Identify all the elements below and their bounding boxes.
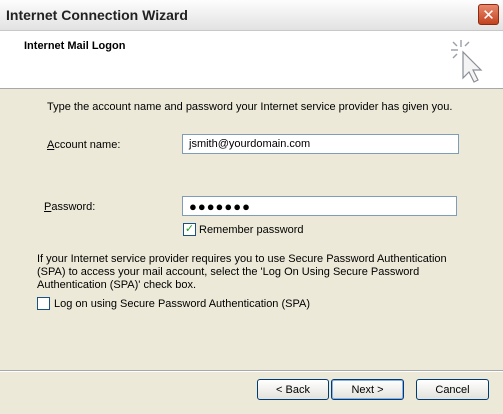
account-name-input[interactable]: jsmith@yourdomain.com xyxy=(182,134,459,154)
spa-checkbox-label: Log on using Secure Password Authenticat… xyxy=(54,298,311,310)
spa-checkbox[interactable] xyxy=(37,297,50,310)
footer-divider xyxy=(0,370,503,372)
password-input[interactable]: ●●●●●●● xyxy=(182,196,457,216)
window-title: Internet Connection Wizard xyxy=(6,7,188,23)
page-title: Internet Mail Logon xyxy=(24,40,126,52)
close-icon: ✕ xyxy=(482,6,495,24)
wizard-window: Internet Connection Wizard ✕ Internet Ma… xyxy=(0,0,503,414)
remember-password-label: Remember password xyxy=(199,224,304,236)
remember-password-checkbox[interactable]: ✓ xyxy=(183,223,196,236)
back-button[interactable]: < Back xyxy=(257,379,329,400)
close-button[interactable]: ✕ xyxy=(478,4,499,25)
title-bar[interactable]: Internet Connection Wizard ✕ xyxy=(0,0,503,31)
next-button[interactable]: Next > xyxy=(331,379,404,400)
spa-info-line-3: Authentication (SPA)' check box. xyxy=(37,279,197,291)
wizard-header: Internet Mail Logon xyxy=(0,31,503,89)
password-label: Password: xyxy=(44,201,96,213)
intro-text: Type the account name and password your … xyxy=(47,101,453,113)
spa-info-line-2: (SPA) to access your mail account, selec… xyxy=(37,266,420,278)
magic-wand-cursor-icon xyxy=(451,40,483,83)
cancel-button[interactable]: Cancel xyxy=(416,379,489,400)
account-name-label: Account name: xyxy=(47,139,121,151)
spa-info-line-1: If your Internet service provider requir… xyxy=(37,253,447,265)
